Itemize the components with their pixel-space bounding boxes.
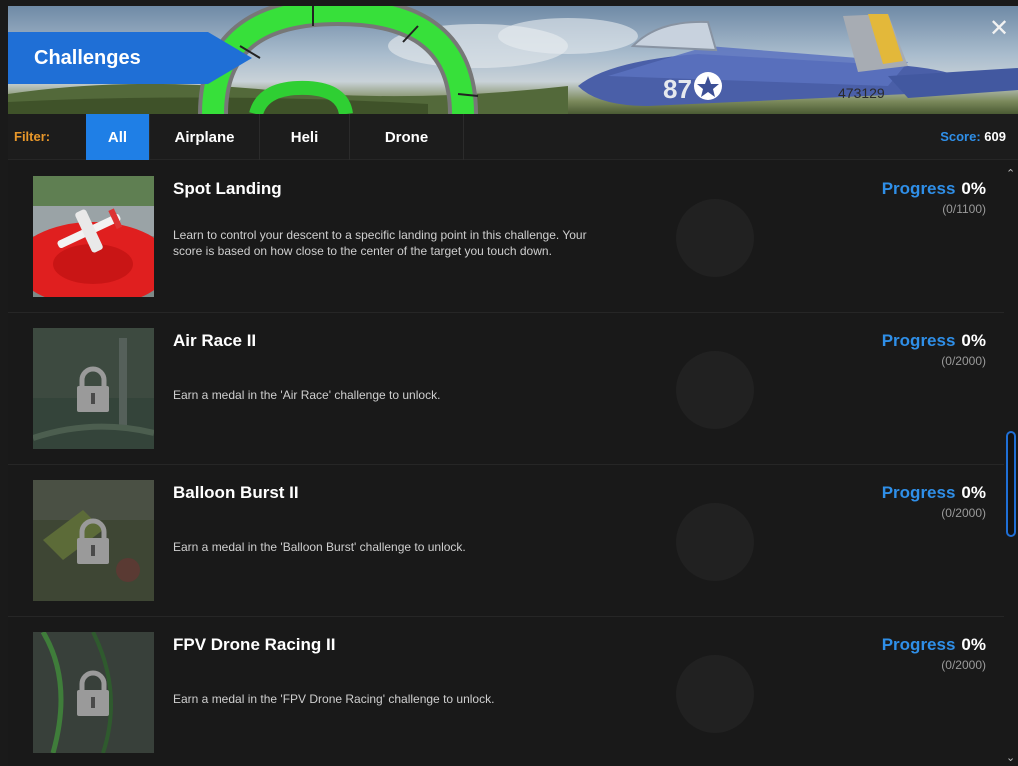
challenges-window: 87 473129 Challenges ✕ Filter: All Airpl… bbox=[8, 6, 1018, 766]
challenge-progress: Progress 0% (0/2000) bbox=[882, 483, 986, 520]
progress-count: (0/2000) bbox=[941, 354, 986, 368]
challenge-title: FPV Drone Racing II bbox=[173, 635, 336, 654]
challenge-row-spot-landing[interactable]: Spot Landing Learn to control your desce… bbox=[8, 161, 1004, 313]
progress-percent: 0% bbox=[961, 331, 986, 350]
progress-count: (0/1100) bbox=[942, 202, 986, 216]
close-icon[interactable]: ✕ bbox=[989, 15, 1009, 42]
medal-placeholder-icon bbox=[676, 199, 754, 277]
challenge-progress: Progress 0% (0/2000) bbox=[882, 635, 986, 672]
filter-tab-heli[interactable]: Heli bbox=[260, 114, 350, 160]
scrollbar-thumb[interactable] bbox=[1006, 431, 1016, 537]
medal-placeholder-icon bbox=[676, 351, 754, 429]
banner-image: 87 473129 Challenges ✕ bbox=[8, 6, 1018, 114]
progress-label: Progress bbox=[881, 635, 956, 654]
filter-tab-label: Drone bbox=[384, 128, 429, 146]
progress-percent: 0% bbox=[961, 635, 986, 654]
challenge-progress: Progress 0% (0/1100) bbox=[882, 179, 986, 216]
filter-tab-label: Heli bbox=[290, 128, 319, 146]
challenge-title: Balloon Burst II bbox=[173, 483, 299, 502]
challenge-thumbnail bbox=[33, 632, 154, 753]
challenge-row-air-race-ii[interactable]: Air Race II Earn a medal in the 'Air Rac… bbox=[8, 313, 1004, 465]
close-button[interactable]: ✕ bbox=[986, 16, 1012, 42]
progress-percent: 0% bbox=[961, 179, 986, 198]
challenge-title: Air Race II bbox=[173, 331, 257, 350]
window-title: Challenges bbox=[34, 47, 141, 69]
progress-label: Progress bbox=[881, 483, 956, 502]
challenge-row-fpv-drone-racing-ii[interactable]: FPV Drone Racing II Earn a medal in the … bbox=[8, 617, 1004, 766]
scroll-up-icon[interactable]: ⌃ bbox=[1006, 167, 1015, 180]
challenge-thumbnail bbox=[33, 176, 154, 297]
challenge-description: Learn to control your descent to a speci… bbox=[173, 228, 587, 258]
scroll-down-icon[interactable]: ⌄ bbox=[1006, 751, 1015, 764]
list-scrollbar[interactable]: ⌃ ⌄ bbox=[1004, 161, 1018, 766]
challenge-description: Earn a medal in the 'Balloon Burst' chal… bbox=[173, 540, 466, 554]
progress-label: Progress bbox=[881, 179, 956, 198]
challenge-thumbnail bbox=[33, 480, 154, 601]
score-label: Score: bbox=[940, 129, 981, 144]
medal-placeholder-icon bbox=[676, 503, 754, 581]
title-tab: Challenges bbox=[8, 32, 252, 84]
filter-tab-label: All bbox=[107, 128, 128, 146]
filter-tab-label: Airplane bbox=[174, 128, 235, 146]
challenge-thumbnail bbox=[33, 328, 154, 449]
progress-count: (0/2000) bbox=[941, 658, 986, 672]
svg-text:87: 87 bbox=[663, 74, 692, 104]
filter-tab-all[interactable]: All bbox=[86, 114, 150, 160]
progress-percent: 0% bbox=[961, 483, 986, 502]
progress-label: Progress bbox=[881, 331, 956, 350]
challenge-row-balloon-burst-ii[interactable]: Balloon Burst II Earn a medal in the 'Ba… bbox=[8, 465, 1004, 617]
filter-tab-drone[interactable]: Drone bbox=[350, 114, 464, 160]
challenge-title: Spot Landing bbox=[173, 179, 282, 198]
filter-bar: Filter: All Airplane Heli Drone Score: 6… bbox=[8, 114, 1018, 160]
svg-text:473129: 473129 bbox=[838, 85, 885, 101]
score-value: 609 bbox=[984, 129, 1006, 144]
challenge-description: Earn a medal in the 'FPV Drone Racing' c… bbox=[173, 692, 495, 706]
medal-placeholder-icon bbox=[676, 655, 754, 733]
challenge-list: Spot Landing Learn to control your desce… bbox=[8, 161, 1004, 766]
challenge-progress: Progress 0% (0/2000) bbox=[882, 331, 986, 368]
challenge-description: Earn a medal in the 'Air Race' challenge… bbox=[173, 388, 441, 402]
progress-count: (0/2000) bbox=[941, 506, 986, 520]
filter-tab-airplane[interactable]: Airplane bbox=[150, 114, 260, 160]
filter-label: Filter: bbox=[14, 129, 51, 144]
score-display: Score: 609 bbox=[940, 129, 1006, 144]
